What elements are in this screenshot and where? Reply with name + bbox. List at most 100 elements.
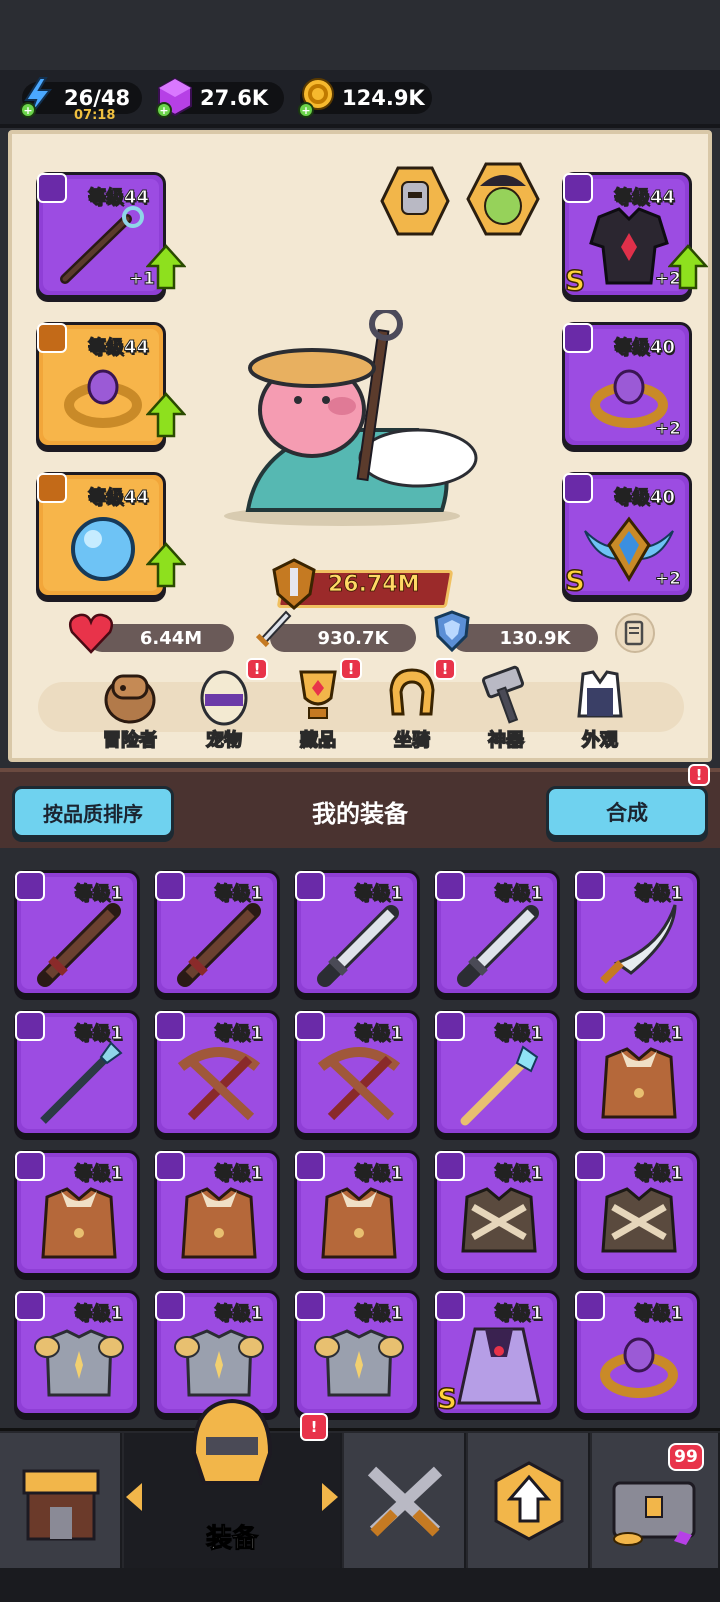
wings-level: 等级40	[613, 487, 675, 509]
fur-armor-icon	[41, 1187, 117, 1259]
resource-bar: + 26/48 07:18 + 27.6K + 124.9K	[0, 70, 720, 128]
alert-badge: !	[300, 1413, 328, 1441]
item-level: 等级1	[494, 883, 544, 905]
weapon-level: 等级44	[87, 187, 149, 209]
equipment-item[interactable]: 等级1	[14, 1010, 140, 1136]
item-level: 等级1	[494, 1023, 544, 1045]
steel-sword-icon	[457, 905, 539, 987]
equipment-item[interactable]: 等级1	[294, 1010, 420, 1136]
pirate-companion-icon[interactable]	[464, 160, 542, 238]
equipment-item[interactable]: 等级1 S	[434, 1290, 560, 1416]
nav-battle[interactable]	[344, 1433, 466, 1569]
energy-counter[interactable]: + 26/48 07:18	[20, 77, 142, 123]
equipment-item[interactable]: 等级1	[574, 1150, 700, 1276]
equipment-item[interactable]: 等级1	[434, 1150, 560, 1276]
equipment-item[interactable]: 等级1	[154, 1010, 280, 1136]
category-pet[interactable]: 宠物 !	[184, 658, 268, 752]
attack-value: 930.7K	[317, 627, 389, 649]
necklace-tag-icon	[37, 473, 67, 503]
ring-slot-right[interactable]: 等级40 +2	[562, 322, 692, 448]
equipment-item[interactable]: 等级1	[294, 1150, 420, 1276]
equipment-item[interactable]: 等级1	[14, 1150, 140, 1276]
item-level: 等级1	[634, 883, 684, 905]
ring-tag-icon	[37, 323, 67, 353]
scimitar-icon	[600, 904, 677, 984]
equipment-item[interactable]: 等级1	[294, 1290, 420, 1416]
item-level: 等级1	[214, 1163, 264, 1185]
crossbow-icon	[317, 1047, 401, 1121]
item-level: 等级1	[354, 1303, 404, 1325]
category-appearance[interactable]: 外观	[560, 664, 640, 752]
nav-equipment[interactable]: ! 装备	[124, 1398, 342, 1569]
lightning-icon: +	[20, 77, 53, 118]
item-level: 等级1	[354, 1023, 404, 1045]
category-adventurer[interactable]: 冒险者	[90, 664, 170, 752]
ring-icon	[64, 369, 142, 428]
svg-text:+: +	[301, 104, 310, 117]
equipment-item[interactable]: 等级1	[154, 1150, 280, 1276]
wings-slot[interactable]: 等级40 +2 S	[562, 472, 692, 598]
chevron-right-icon	[322, 1483, 338, 1511]
item-rank: S	[436, 1381, 458, 1416]
coin-icon: +	[298, 78, 334, 118]
upgrade-arrow-icon	[668, 244, 708, 290]
wood-sword-icon	[177, 903, 261, 987]
item-level: 等级1	[214, 1023, 264, 1045]
orb-necklace-icon	[71, 517, 135, 581]
equipment-item[interactable]: 等级1	[434, 870, 560, 996]
nav-upgrade[interactable]	[468, 1433, 590, 1569]
upgrade-arrow-icon	[146, 244, 186, 290]
fur-armor-icon	[601, 1047, 677, 1119]
helmet-icon	[191, 1398, 273, 1485]
category-artifact[interactable]: 神器	[466, 664, 546, 752]
category-label: 坐骑	[393, 729, 431, 752]
equipment-item[interactable]: 等级1	[574, 1010, 700, 1136]
fur-armor-icon	[181, 1187, 257, 1259]
gem-counter[interactable]: + 27.6K	[156, 77, 284, 118]
knight-companion-icon[interactable]	[378, 164, 452, 238]
equipment-item[interactable]: 等级1	[574, 1290, 700, 1416]
equipment-item[interactable]: 等级1	[14, 870, 140, 996]
equipment-item[interactable]: 等级1	[294, 870, 420, 996]
category-label: 神器	[487, 729, 525, 752]
crystal-staff-icon	[460, 1045, 539, 1126]
equipment-item[interactable]: 等级1	[14, 1290, 140, 1416]
equipment-item[interactable]: 等级1	[434, 1010, 560, 1136]
nav-chest[interactable]: 99	[592, 1433, 720, 1569]
gold-counter[interactable]: + 124.9K	[298, 78, 432, 118]
bone-armor-icon	[601, 1187, 677, 1253]
ring-right-level: 等级40	[613, 337, 675, 359]
upgrade-arrow-icon	[146, 392, 186, 438]
treasure-chest-icon	[612, 1481, 696, 1546]
bone-armor-icon	[461, 1187, 537, 1253]
alert-badge: !	[434, 658, 456, 680]
cape-icon	[457, 1327, 541, 1405]
svg-text:+: +	[159, 104, 168, 117]
fur-armor-icon	[321, 1187, 397, 1259]
equipment-item[interactable]: 等级1	[574, 870, 700, 996]
crossed-swords-icon	[367, 1466, 443, 1537]
ring-left-level: 等级44	[87, 337, 149, 359]
category-collection[interactable]: 藏品 !	[278, 658, 362, 752]
upgrade-arrow-icon	[494, 1461, 564, 1541]
gem-cube-icon: +	[156, 77, 192, 118]
merge-button[interactable]: 合成	[546, 786, 708, 838]
nav-shop[interactable]	[0, 1433, 122, 1569]
gold-value: 124.9K	[342, 86, 425, 110]
ring-icon	[600, 1337, 678, 1398]
item-level: 等级1	[634, 1163, 684, 1185]
steel-sword-icon	[317, 905, 399, 987]
wings-plus: +2	[654, 569, 681, 590]
stats-detail-icon[interactable]	[614, 612, 656, 654]
power-value: 26.74M	[328, 572, 420, 598]
category-mount[interactable]: 坐骑 !	[372, 658, 456, 752]
ring-right-plus: +2	[654, 419, 681, 440]
item-level: 等级1	[494, 1303, 544, 1325]
item-level: 等级1	[214, 883, 264, 905]
hp-value: 6.44M	[139, 627, 203, 649]
equipment-item[interactable]: 等级1	[154, 870, 280, 996]
category-label: 冒险者	[102, 729, 158, 752]
upgrade-arrow-icon	[146, 542, 186, 588]
chevron-left-icon	[126, 1483, 142, 1511]
nav-equipment-label: 装备	[205, 1524, 258, 1555]
